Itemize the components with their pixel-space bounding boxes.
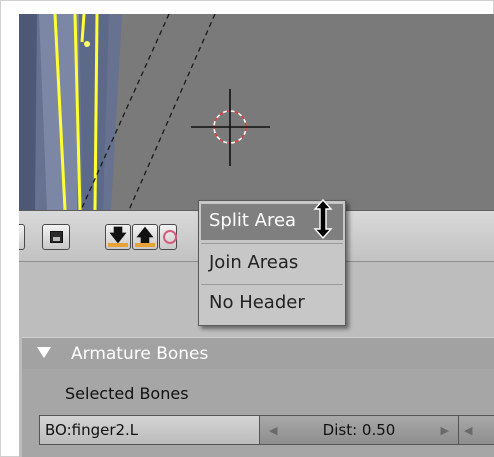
image-icon[interactable] (42, 224, 70, 250)
lamp-icon[interactable] (159, 224, 177, 250)
viewport-scene (19, 14, 270, 210)
menu-separator (201, 284, 343, 285)
resize-cursor-icon (313, 199, 333, 239)
decrement-arrow-icon[interactable]: ◀ (269, 424, 277, 437)
menu-item-no-header[interactable]: No Header (201, 286, 343, 322)
menu-separator (201, 243, 343, 244)
armature-bones-panel-body: Selected Bones BO:finger2.L ◀ Dist: 0.50… (22, 369, 494, 457)
3d-viewport[interactable] (19, 14, 494, 210)
selected-bones-label: Selected Bones (65, 384, 189, 403)
arrow-down-icon[interactable]: 🡇 (105, 224, 131, 250)
collapse-triangle-icon[interactable] (37, 347, 51, 358)
armature-bones-panel-header[interactable]: Armature Bones (22, 337, 494, 369)
arrow-up-icon[interactable]: 🡅 (132, 224, 158, 250)
dist-field[interactable]: ◀ Dist: 0.50 ▶ (259, 415, 459, 445)
decrement-arrow-icon[interactable]: ◀ (464, 424, 472, 437)
bone-name-field[interactable]: BO:finger2.L (39, 415, 260, 445)
menu-item-join-areas[interactable]: Join Areas (201, 246, 343, 282)
3d-cursor-icon (191, 89, 270, 166)
header-menu-button[interactable] (19, 224, 25, 250)
next-field[interactable]: ◀ (458, 415, 494, 445)
dist-label: Dist: 0.50 (322, 421, 396, 439)
panel-title: Armature Bones (71, 344, 209, 364)
increment-arrow-icon[interactable]: ▶ (441, 424, 449, 437)
bone-row: BO:finger2.L ◀ Dist: 0.50 ▶ ◀ (39, 415, 494, 445)
